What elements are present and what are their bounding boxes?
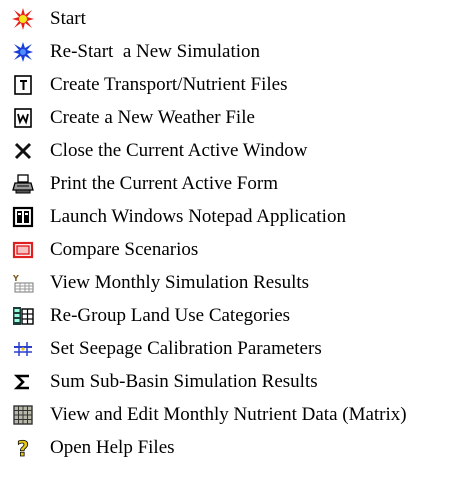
printer-icon [12, 173, 34, 195]
menu-item-label: Print the Current Active Form [50, 172, 278, 194]
menu-item-label: View Monthly Simulation Results [50, 271, 310, 293]
menu-item-label: Re-Start a New Simulation [50, 40, 261, 62]
menu-item-label: Close the Current Active Window [50, 139, 308, 161]
menu-item-compare-scenarios[interactable]: Compare Scenarios [0, 233, 468, 266]
menu-item-close-active-window[interactable]: Close the Current Active Window [0, 134, 468, 167]
menu-item-restart-simulation[interactable]: Re-Start a New Simulation [0, 35, 468, 68]
toolbar-menu-legend: Start Re-Start a New Simulation Create T… [0, 0, 468, 487]
notepad-icon [12, 206, 34, 228]
seepage-calibration-icon [12, 338, 34, 360]
close-x-icon [12, 140, 34, 162]
regroup-landuse-icon [12, 305, 34, 327]
sigma-sum-icon [12, 371, 34, 393]
svg-text:Y: Y [12, 274, 19, 283]
compare-scenarios-icon [12, 239, 34, 261]
menu-item-label: Re-Group Land Use Categories [50, 304, 291, 326]
menu-item-open-help-files[interactable]: ? Open Help Files [0, 431, 468, 464]
menu-item-label: Create Transport/Nutrient Files [50, 73, 288, 95]
transport-file-icon [12, 74, 34, 96]
menu-item-edit-monthly-nutrient-matrix[interactable]: View and Edit Monthly Nutrient Data (Mat… [0, 398, 468, 431]
menu-item-label: Start [50, 7, 86, 29]
menu-item-create-weather-file[interactable]: Create a New Weather File [0, 101, 468, 134]
svg-text:?: ? [17, 437, 29, 459]
menu-item-create-transport-nutrient-files[interactable]: Create Transport/Nutrient Files [0, 68, 468, 101]
menu-item-set-seepage-calibration[interactable]: Set Seepage Calibration Parameters [0, 332, 468, 365]
menu-item-launch-notepad[interactable]: Launch Windows Notepad Application [0, 200, 468, 233]
menu-item-label: Compare Scenarios [50, 238, 199, 260]
menu-item-label: Launch Windows Notepad Application [50, 205, 346, 227]
menu-item-label: Sum Sub-Basin Simulation Results [50, 370, 318, 392]
help-question-icon: ? [12, 437, 34, 459]
menu-item-label: Create a New Weather File [50, 106, 255, 128]
start-burst-icon [12, 7, 34, 30]
menu-item-view-monthly-results[interactable]: Y View Monthly Simulation Results [0, 266, 468, 299]
menu-item-regroup-land-use[interactable]: Re-Group Land Use Categories [0, 299, 468, 332]
monthly-results-icon: Y [12, 272, 34, 294]
menu-item-label: Open Help Files [50, 436, 175, 458]
menu-item-sum-subbasin-results[interactable]: Sum Sub-Basin Simulation Results [0, 365, 468, 398]
menu-item-print-active-form[interactable]: Print the Current Active Form [0, 167, 468, 200]
restart-burst-icon [12, 41, 34, 63]
weather-file-icon [12, 107, 34, 129]
matrix-grid-icon [12, 404, 34, 426]
menu-item-label: Set Seepage Calibration Parameters [50, 337, 322, 359]
menu-item-start[interactable]: Start [0, 2, 468, 35]
menu-item-label: View and Edit Monthly Nutrient Data (Mat… [50, 403, 407, 425]
